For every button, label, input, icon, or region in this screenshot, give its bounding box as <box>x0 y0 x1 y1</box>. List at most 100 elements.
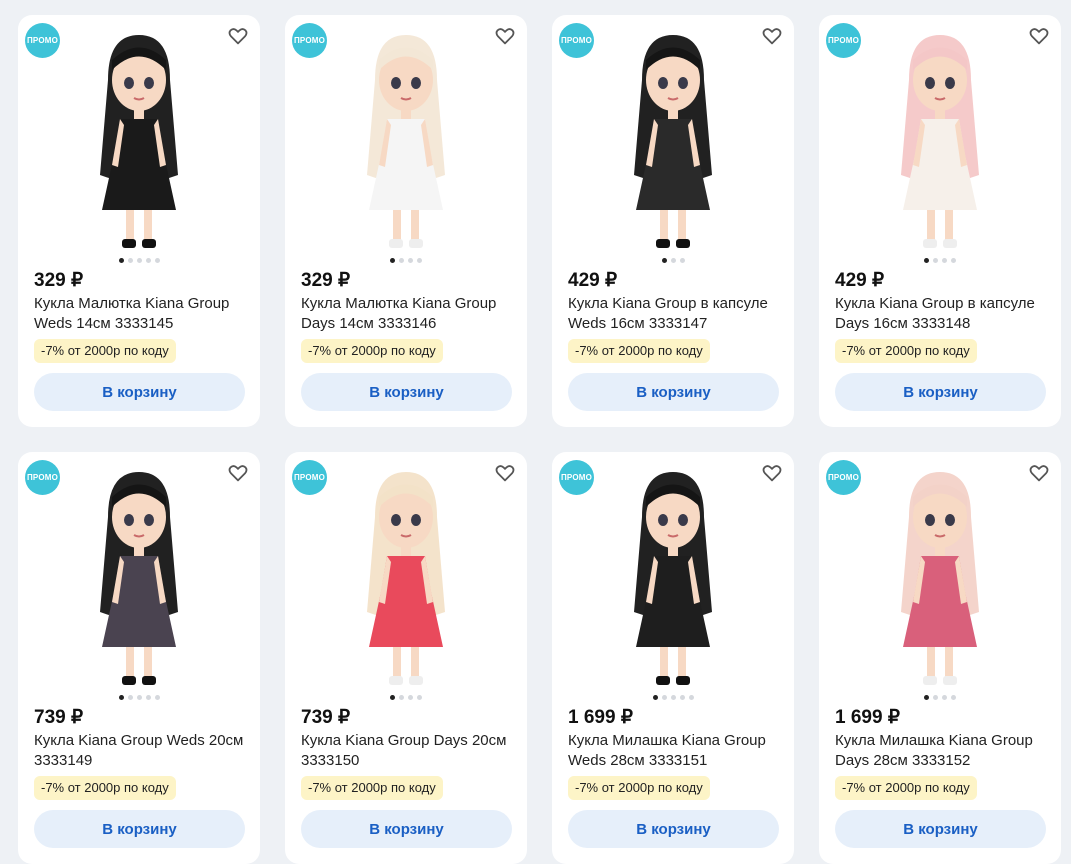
product-price: 329 ₽ <box>34 270 84 291</box>
product-price: 1 699 ₽ <box>835 707 900 728</box>
doll-illustration <box>901 472 979 685</box>
image-dot[interactable] <box>408 695 413 700</box>
product-price: 429 ₽ <box>835 270 885 291</box>
image-dot[interactable] <box>399 258 404 263</box>
image-dot[interactable] <box>951 695 956 700</box>
product-image[interactable] <box>58 462 220 694</box>
image-carousel-dots <box>552 695 794 700</box>
add-to-cart-button[interactable]: В корзину <box>568 373 779 411</box>
image-carousel-dots <box>552 258 794 263</box>
image-dot[interactable] <box>390 695 395 700</box>
product-title[interactable]: Кукла Kiana Group Days 20см 3333150 <box>301 731 516 771</box>
promo-code-tag: -7% от 2000р по коду <box>34 776 176 800</box>
product-image[interactable] <box>592 25 754 257</box>
product-title[interactable]: Кукла Kiana Group в капсуле Days 16см 33… <box>835 294 1050 334</box>
image-dot[interactable] <box>154 695 160 700</box>
doll-illustration <box>634 35 712 248</box>
product-title[interactable]: Кукла Милашка Kiana Group Days 28см 3333… <box>835 731 1050 771</box>
image-dot[interactable] <box>661 258 667 263</box>
image-dot[interactable] <box>933 695 938 700</box>
product-price: 429 ₽ <box>568 270 618 291</box>
image-dot[interactable] <box>679 695 685 700</box>
product-title[interactable]: Кукла Милашка Kiana Group Weds 28см 3333… <box>568 731 783 771</box>
image-carousel-dots <box>18 258 260 263</box>
product-price: 739 ₽ <box>34 707 84 728</box>
promo-badge: ПРОМО <box>826 460 861 495</box>
image-dot[interactable] <box>145 695 151 700</box>
image-dot[interactable] <box>652 695 658 700</box>
product-price: 739 ₽ <box>301 707 351 728</box>
image-carousel-dots <box>819 258 1061 263</box>
image-dot[interactable] <box>933 258 938 263</box>
promo-badge: ПРОМО <box>292 23 327 58</box>
add-to-cart-button[interactable]: В корзину <box>34 373 245 411</box>
add-to-cart-button[interactable]: В корзину <box>34 810 245 848</box>
image-dot[interactable] <box>127 695 133 700</box>
image-dot[interactable] <box>942 258 947 263</box>
product-card[interactable]: ПРОМО 429 ₽ Кукла Kiana Group в капсуле … <box>552 15 794 427</box>
product-card[interactable]: ПРОМО 329 ₽ Кукла Малютка Kiana Group We… <box>18 15 260 427</box>
product-image[interactable] <box>325 25 487 257</box>
add-to-cart-button[interactable]: В корзину <box>835 373 1046 411</box>
image-carousel-dots <box>285 695 527 700</box>
product-image[interactable] <box>325 462 487 694</box>
product-image[interactable] <box>592 462 754 694</box>
add-to-cart-button[interactable]: В корзину <box>301 810 512 848</box>
favorite-heart-icon[interactable] <box>762 464 782 482</box>
promo-badge: ПРОМО <box>559 23 594 58</box>
product-card[interactable]: ПРОМО 739 ₽ Кукла Kiana Group Days 20см … <box>285 452 527 864</box>
image-dot[interactable] <box>670 258 676 263</box>
image-dot[interactable] <box>136 695 142 700</box>
image-dot[interactable] <box>924 258 929 263</box>
image-dot[interactable] <box>951 258 956 263</box>
image-dot[interactable] <box>136 258 142 263</box>
doll-illustration <box>367 35 445 248</box>
product-title[interactable]: Кукла Малютка Kiana Group Days 14см 3333… <box>301 294 516 334</box>
promo-badge: ПРОМО <box>25 23 60 58</box>
favorite-heart-icon[interactable] <box>228 27 248 45</box>
product-image[interactable] <box>58 25 220 257</box>
image-dot[interactable] <box>942 695 947 700</box>
product-card[interactable]: ПРОМО 329 ₽ Кукла Малютка Kiana Group Da… <box>285 15 527 427</box>
add-to-cart-button[interactable]: В корзину <box>568 810 779 848</box>
image-dot[interactable] <box>688 695 694 700</box>
image-dot[interactable] <box>679 258 685 263</box>
favorite-heart-icon[interactable] <box>1029 464 1049 482</box>
product-card[interactable]: ПРОМО 1 699 ₽ Кукла Милашка Kiana Group … <box>819 452 1061 864</box>
image-dot[interactable] <box>390 258 395 263</box>
product-title[interactable]: Кукла Kiana Group Weds 20см 3333149 <box>34 731 249 771</box>
image-dot[interactable] <box>118 695 124 700</box>
favorite-heart-icon[interactable] <box>762 27 782 45</box>
product-title[interactable]: Кукла Kiana Group в капсуле Weds 16см 33… <box>568 294 783 334</box>
image-dot[interactable] <box>417 695 422 700</box>
image-dot[interactable] <box>408 258 413 263</box>
image-dot[interactable] <box>145 258 151 263</box>
image-dot[interactable] <box>127 258 133 263</box>
add-to-cart-button[interactable]: В корзину <box>835 810 1046 848</box>
product-card[interactable]: ПРОМО 429 ₽ Кукла Kiana Group в капсуле … <box>819 15 1061 427</box>
image-dot[interactable] <box>154 258 160 263</box>
product-grid: ПРОМО 329 ₽ Кукла Малютка Kiana Group We… <box>0 0 1071 864</box>
favorite-heart-icon[interactable] <box>1029 27 1049 45</box>
promo-code-tag: -7% от 2000р по коду <box>301 339 443 363</box>
favorite-heart-icon[interactable] <box>228 464 248 482</box>
promo-badge: ПРОМО <box>292 460 327 495</box>
product-price: 329 ₽ <box>301 270 351 291</box>
product-card[interactable]: ПРОМО 739 ₽ Кукла Kiana Group Weds 20см … <box>18 452 260 864</box>
image-dot[interactable] <box>417 258 422 263</box>
product-title[interactable]: Кукла Малютка Kiana Group Weds 14см 3333… <box>34 294 249 334</box>
favorite-heart-icon[interactable] <box>495 464 515 482</box>
product-card[interactable]: ПРОМО 1 699 ₽ Кукла Милашка Kiana Group … <box>552 452 794 864</box>
promo-code-tag: -7% от 2000р по коду <box>568 776 710 800</box>
promo-badge: ПРОМО <box>25 460 60 495</box>
favorite-heart-icon[interactable] <box>495 27 515 45</box>
image-dot[interactable] <box>924 695 929 700</box>
product-image[interactable] <box>859 25 1021 257</box>
add-to-cart-button[interactable]: В корзину <box>301 373 512 411</box>
product-image[interactable] <box>859 462 1021 694</box>
promo-code-tag: -7% от 2000р по коду <box>568 339 710 363</box>
image-dot[interactable] <box>670 695 676 700</box>
image-dot[interactable] <box>118 258 124 263</box>
image-dot[interactable] <box>399 695 404 700</box>
image-dot[interactable] <box>661 695 667 700</box>
